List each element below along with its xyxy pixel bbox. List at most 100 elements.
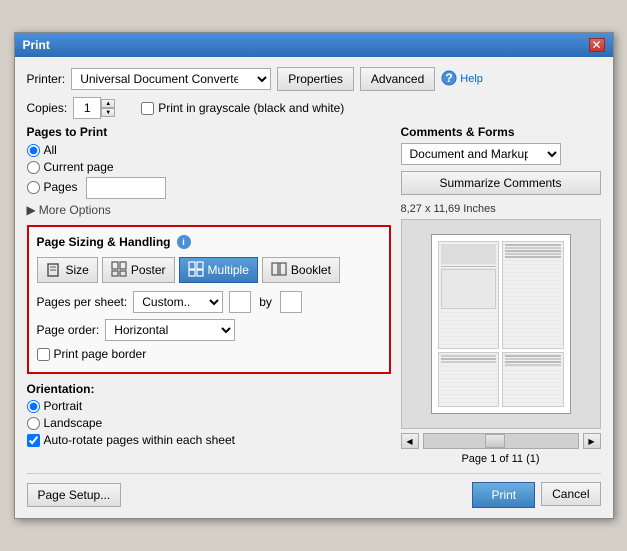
chevron-right-icon: ▶ [27,203,36,217]
properties-button[interactable]: Properties [277,67,354,91]
booklet-tab-button[interactable]: Booklet [262,257,340,283]
copies-up-button[interactable]: ▲ [101,99,115,108]
all-radio-row: All [27,143,391,157]
pages-radio-label[interactable]: Pages [27,180,78,194]
scroll-track[interactable] [423,433,579,449]
grayscale-label: Print in grayscale (black and white) [158,101,344,115]
printer-label: Printer: [27,72,66,86]
pages-to-print-section: Pages to Print All Current page [27,125,391,217]
copies-input[interactable]: 1 [73,97,101,119]
all-radio-label[interactable]: All [27,143,391,157]
pages-y-input[interactable]: 2 [280,291,302,313]
print-border-row: Print page border [37,347,381,361]
page-order-label: Page order: [37,323,100,337]
print-dialog: Print ✕ Printer: Universal Document Conv… [14,32,614,519]
print-button[interactable]: Print [472,482,535,508]
left-panel: Pages to Print All Current page [27,125,391,465]
page-content-4 [503,353,563,406]
multiple-tab-icon [188,261,204,280]
comments-select[interactable]: Document and Markups [401,143,561,165]
preview-scrollbar: ◀ ▶ [401,433,601,449]
pages-input[interactable]: 1 - 42 [86,177,166,199]
preview-section: 8,27 x 11,69 Inches [401,203,601,465]
copies-label: Copies: [27,101,68,115]
page-setup-button[interactable]: Page Setup... [27,483,122,507]
landscape-label[interactable]: Landscape [27,416,391,430]
pages-per-sheet-row: Pages per sheet: Custom... 2 by 2 [37,291,381,313]
page-sizing-header: Page Sizing & Handling i [37,235,381,249]
help-link[interactable]: ? Help [441,70,483,89]
scroll-left-button[interactable]: ◀ [401,433,419,449]
window-controls: ✕ [589,38,605,52]
booklet-tab-icon [271,261,287,280]
close-button[interactable]: ✕ [589,38,605,52]
landscape-row: Landscape [27,416,391,430]
preview-pages [431,234,571,414]
cancel-button[interactable]: Cancel [541,482,600,506]
grayscale-row: Print in grayscale (black and white) [141,101,344,115]
orientation-section: Orientation: Portrait Landscape [27,382,391,447]
size-tab-icon [46,261,62,280]
sizing-tabs: Size Poster Multiple [37,257,381,283]
page-sizing-section: Page Sizing & Handling i Size [27,225,391,374]
pages-radio[interactable] [27,181,40,194]
print-border-label: Print page border [54,347,147,361]
copies-spinner-buttons: ▲ ▼ [101,99,115,117]
current-radio[interactable] [27,161,40,174]
printer-row: Printer: Universal Document Converter Pr… [27,67,601,91]
bottom-row: Page Setup... Print Cancel [27,473,601,508]
preview-page-3 [438,352,500,407]
autorotate-row: Auto-rotate pages within each sheet [27,433,391,447]
pages-x-input[interactable]: 2 [229,291,251,313]
autorotate-label: Auto-rotate pages within each sheet [44,433,235,447]
poster-tab-icon [111,261,127,280]
preview-page-2 [502,241,564,349]
page-order-select[interactable]: Horizontal [105,319,235,341]
pages-to-print-title: Pages to Print [27,125,391,139]
orientation-title: Orientation: [27,382,95,396]
portrait-label[interactable]: Portrait [27,399,391,413]
page-order-row: Page order: Horizontal [37,319,381,341]
multiple-tab-button[interactable]: Multiple [179,257,258,283]
by-label: by [257,295,274,309]
scroll-right-button[interactable]: ▶ [583,433,601,449]
pages-per-sheet-select[interactable]: Custom... [133,291,223,313]
dialog-content: Printer: Universal Document Converter Pr… [15,57,613,518]
dialog-title: Print [23,38,50,52]
scroll-thumb [485,434,505,448]
page-info: Page 1 of 11 (1) [401,453,601,465]
landscape-radio[interactable] [27,417,40,430]
portrait-radio[interactable] [27,400,40,413]
advanced-button[interactable]: Advanced [360,67,435,91]
printer-select[interactable]: Universal Document Converter [71,68,271,90]
all-radio[interactable] [27,144,40,157]
preview-area [401,219,601,429]
preview-page-1 [438,241,500,349]
orientation-options: Portrait Landscape Auto- [27,399,391,447]
page-content-1 [439,242,499,348]
copies-down-button[interactable]: ▼ [101,108,115,117]
comments-forms-section: Comments & Forms Document and Markups Su… [401,125,601,195]
page-sizing-title: Page Sizing & Handling [37,235,171,249]
current-radio-label[interactable]: Current page [27,160,391,174]
grayscale-checkbox[interactable] [141,102,154,115]
summarize-button[interactable]: Summarize Comments [401,171,601,195]
comments-title: Comments & Forms [401,125,601,139]
copies-spinner[interactable]: 1 ▲ ▼ [73,97,115,119]
page-content-2 [503,242,563,348]
size-tab-button[interactable]: Size [37,257,98,283]
info-icon: i [177,235,191,249]
pages-radio-row: Pages 1 - 42 [27,177,391,199]
more-options-toggle[interactable]: ▶ More Options [27,203,391,217]
svg-text:?: ? [446,71,453,85]
right-panel: Comments & Forms Document and Markups Su… [401,125,601,465]
dimension-text: 8,27 x 11,69 Inches [401,203,601,215]
autorotate-checkbox[interactable] [27,434,40,447]
poster-tab-button[interactable]: Poster [102,257,175,283]
action-buttons: Print Cancel [472,482,600,508]
print-border-checkbox[interactable] [37,348,50,361]
portrait-row: Portrait [27,399,391,413]
comments-select-row: Document and Markups [401,143,601,165]
pages-per-sheet-label: Pages per sheet: [37,295,128,309]
current-radio-row: Current page [27,160,391,174]
